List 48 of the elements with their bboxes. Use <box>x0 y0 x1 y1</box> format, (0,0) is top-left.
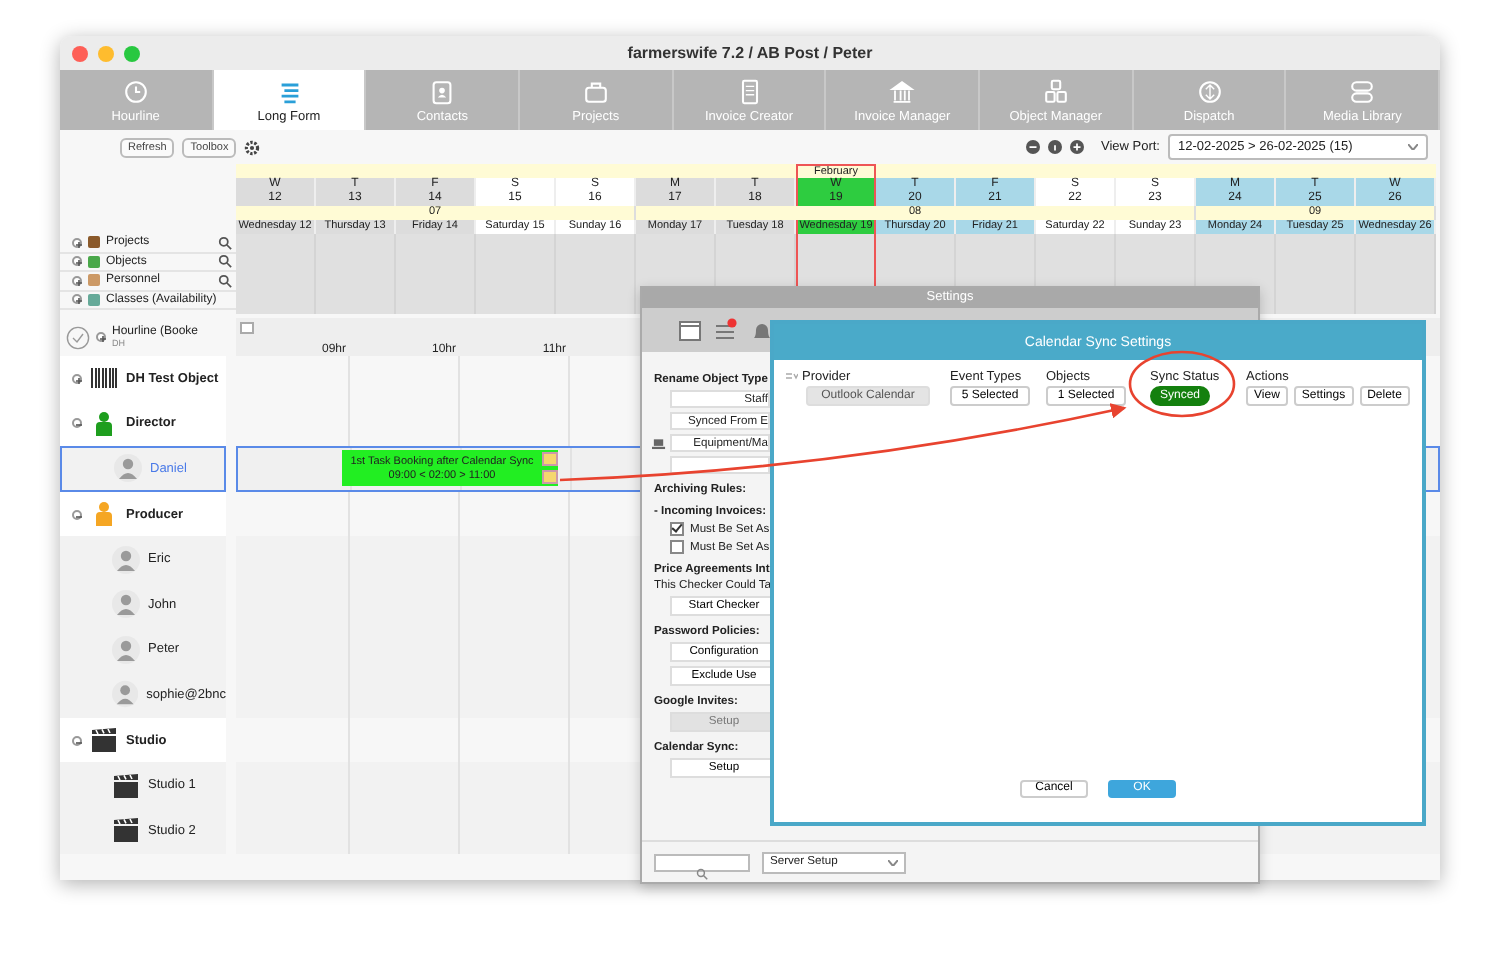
barcode-icon <box>90 364 118 393</box>
bank-icon <box>888 77 917 105</box>
search-icon[interactable] <box>218 254 232 269</box>
settings-icon[interactable] <box>244 139 261 155</box>
chevron-icon <box>888 859 898 865</box>
calendar-icon[interactable] <box>678 318 702 342</box>
search-icon <box>696 867 708 879</box>
sort-icon[interactable] <box>786 371 798 381</box>
chevron-icon <box>1408 144 1418 150</box>
avatar-icon <box>114 454 142 483</box>
info-icon[interactable] <box>1048 140 1063 154</box>
minimize-button[interactable] <box>98 45 114 61</box>
expander-button[interactable] <box>72 256 82 267</box>
expander-button[interactable] <box>72 294 82 305</box>
list-icon[interactable] <box>714 318 738 342</box>
collapse-button[interactable] <box>240 322 254 334</box>
expander-button[interactable] <box>72 509 82 520</box>
zoom-in-icon[interactable] <box>1070 140 1085 154</box>
expander-button[interactable] <box>96 332 106 342</box>
bell-icon[interactable] <box>750 318 774 342</box>
avatar-icon <box>112 545 140 574</box>
expander-button[interactable] <box>72 275 82 286</box>
zoom-button[interactable] <box>124 45 140 61</box>
avatar-icon <box>112 635 140 664</box>
avatar-icon <box>112 680 139 709</box>
avatar-icon <box>112 590 140 619</box>
checkbox[interactable] <box>670 522 684 536</box>
checkbox[interactable] <box>670 540 684 554</box>
contact-card-icon <box>428 77 457 105</box>
expander-button[interactable] <box>72 418 82 429</box>
clapperboard-icon <box>90 726 118 755</box>
search-icon[interactable] <box>218 235 232 250</box>
storage-icon <box>1348 77 1377 105</box>
clapperboard-icon <box>112 816 140 845</box>
clock-icon <box>121 77 150 105</box>
boxes-icon <box>1041 77 1070 105</box>
zoom-out-icon[interactable] <box>1026 140 1041 154</box>
window-title: farmerswife 7.2 / AB Post / Peter <box>625 44 875 62</box>
clapperboard-icon <box>112 771 140 800</box>
search-icon[interactable] <box>218 273 232 288</box>
briefcase-icon <box>581 77 610 105</box>
dispatch-icon <box>1195 77 1224 105</box>
expander-button[interactable] <box>72 735 82 746</box>
close-button[interactable] <box>72 45 88 61</box>
annotation-circle <box>1128 350 1236 418</box>
expander-button[interactable] <box>72 373 82 384</box>
clock-icon <box>66 325 90 349</box>
expander-button[interactable] <box>72 237 82 248</box>
